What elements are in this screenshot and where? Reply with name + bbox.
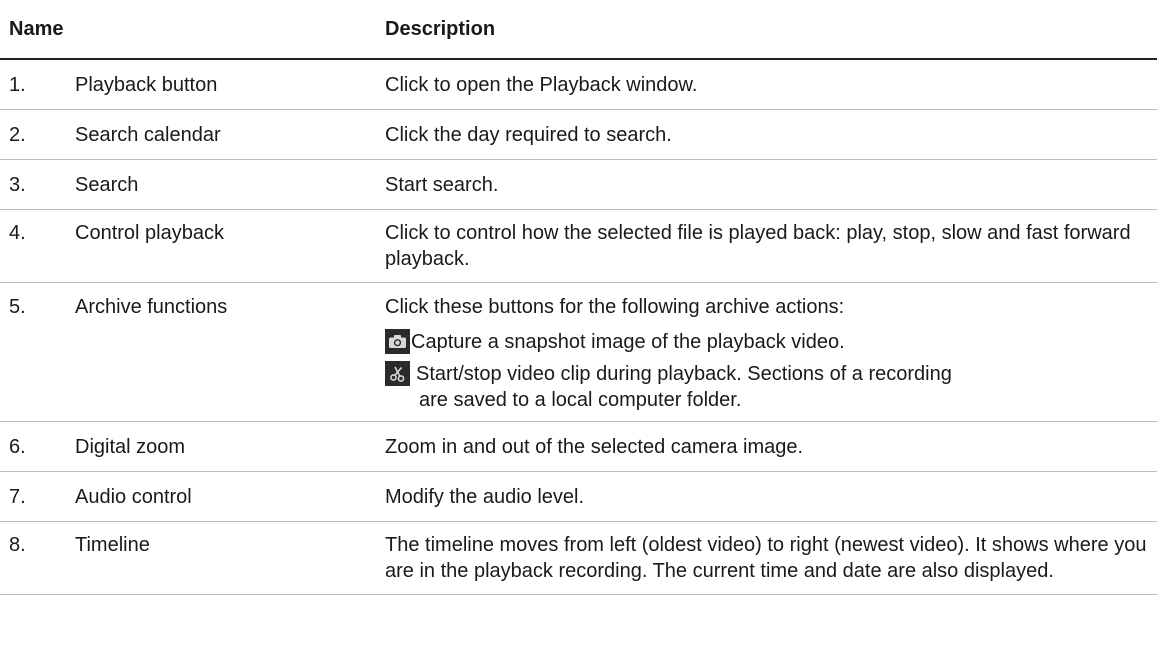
row-name: Control playback — [66, 209, 384, 283]
row-name: Digital zoom — [66, 421, 384, 472]
row-number: 5. — [0, 282, 66, 422]
row-name: Playback button — [66, 59, 384, 110]
row-name: Search — [66, 159, 384, 210]
row-description: Click the day required to search. — [383, 109, 1157, 160]
table-row: 2. Search calendar Click the day require… — [0, 109, 1157, 160]
archive-intro-text: Click these buttons for the following ar… — [385, 296, 845, 318]
table-row: 1. Playback button Click to open the Pla… — [0, 59, 1157, 110]
row-name: Audio control — [66, 471, 384, 522]
table-row: 4. Control playback Click to control how… — [0, 209, 1157, 283]
row-description: Modify the audio level. — [383, 471, 1157, 522]
clip-item: Start/stop video clip during playback. S… — [385, 361, 1151, 413]
row-name: Archive functions — [66, 282, 384, 422]
row-description: Click to control how the selected file i… — [383, 209, 1157, 283]
row-description: Click to open the Playback window. — [383, 59, 1157, 110]
snapshot-item: Capture a snapshot image of the playback… — [385, 329, 1151, 355]
clip-text-line2: are saved to a local computer folder. — [419, 389, 742, 411]
scissors-icon[interactable] — [385, 361, 411, 386]
clip-text-line1: Start/stop video clip during playback. S… — [416, 363, 952, 385]
row-number: 4. — [0, 209, 66, 283]
row-number: 1. — [0, 59, 66, 110]
row-number: 6. — [0, 421, 66, 472]
row-description-archive: Click these buttons for the following ar… — [383, 282, 1157, 422]
header-description: Description — [383, 0, 1157, 60]
snapshot-text: Capture a snapshot image of the playback… — [411, 331, 845, 353]
row-number: 8. — [0, 521, 66, 595]
description-table: Name Description 1. Playback button Clic… — [0, 0, 1157, 595]
row-number: 3. — [0, 159, 66, 210]
row-name: Search calendar — [66, 109, 384, 160]
camera-icon[interactable] — [385, 329, 411, 354]
row-description: Start search. — [383, 159, 1157, 210]
table-row: 6. Digital zoom Zoom in and out of the s… — [0, 421, 1157, 472]
table-row: 8. Timeline The timeline moves from left… — [0, 521, 1157, 595]
header-name: Name — [0, 0, 384, 60]
table-row: 5. Archive functions Click these buttons… — [0, 282, 1157, 422]
row-number: 2. — [0, 109, 66, 160]
table-header-row: Name Description — [0, 0, 1157, 60]
table-row: 7. Audio control Modify the audio level. — [0, 471, 1157, 522]
row-description: Zoom in and out of the selected camera i… — [383, 421, 1157, 472]
table-row: 3. Search Start search. — [0, 159, 1157, 210]
row-name: Timeline — [66, 521, 384, 595]
row-number: 7. — [0, 471, 66, 522]
row-description: The timeline moves from left (oldest vid… — [383, 521, 1157, 595]
